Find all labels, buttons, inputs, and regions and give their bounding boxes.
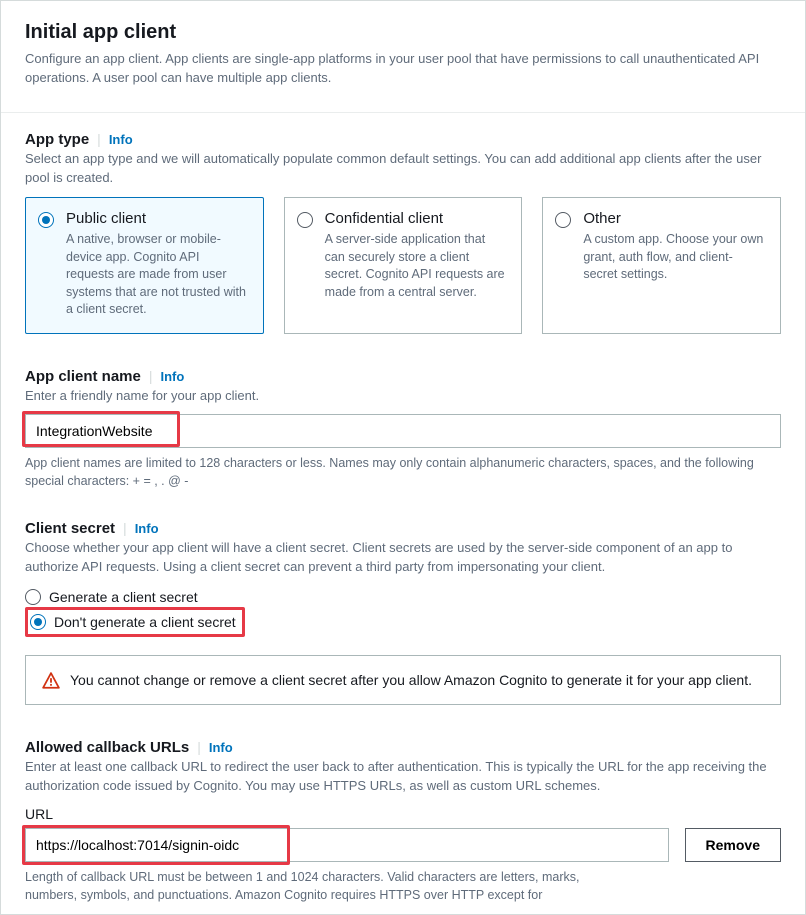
app-type-options: Public client A native, browser or mobil… (25, 197, 781, 334)
info-link-client-secret[interactable]: Info (135, 521, 159, 536)
app-type-confidential-client[interactable]: Confidential client A server-side applic… (284, 197, 523, 334)
callback-urls-title: Allowed callback URLs (25, 739, 189, 756)
client-secret-alert: You cannot change or remove a client sec… (25, 655, 781, 705)
app-client-name-input[interactable] (25, 414, 781, 448)
app-type-public-client[interactable]: Public client A native, browser or mobil… (25, 197, 264, 334)
info-link-client-name[interactable]: Info (161, 369, 185, 384)
radio-label: Don't generate a client secret (54, 614, 236, 630)
card-desc: A custom app. Choose your own grant, aut… (583, 231, 766, 284)
client-secret-help: Choose whether your app client will have… (25, 539, 781, 577)
app-client-name-constraints: App client names are limited to 128 char… (25, 454, 781, 490)
app-client-name-section: App client name | Info Enter a friendly … (1, 350, 805, 494)
radio-generate-secret[interactable]: Generate a client secret (25, 587, 781, 607)
radio-icon (38, 212, 54, 228)
info-link-callback[interactable]: Info (209, 740, 233, 755)
radio-icon (25, 589, 41, 605)
app-client-name-help: Enter a friendly name for your app clien… (25, 387, 781, 406)
info-link-app-type[interactable]: Info (109, 132, 133, 147)
panel-header: Initial app client Configure an app clie… (1, 1, 805, 113)
card-title: Confidential client (325, 210, 508, 227)
radio-dont-generate-secret[interactable]: Don't generate a client secret (30, 612, 236, 632)
page-title: Initial app client (25, 21, 781, 44)
app-type-title: App type (25, 131, 89, 148)
client-secret-section: Client secret | Info Choose whether your… (1, 494, 805, 709)
radio-icon (555, 212, 571, 228)
radio-icon (30, 614, 46, 630)
app-client-name-title: App client name (25, 368, 141, 385)
callback-url-input[interactable] (25, 828, 669, 862)
radio-label: Generate a client secret (49, 589, 198, 605)
app-type-other[interactable]: Other A custom app. Choose your own gran… (542, 197, 781, 334)
initial-app-client-panel: Initial app client Configure an app clie… (0, 0, 806, 915)
card-title: Other (583, 210, 766, 227)
app-type-help: Select an app type and we will automatic… (25, 150, 781, 188)
url-label: URL (25, 806, 781, 822)
client-secret-title: Client secret (25, 520, 115, 537)
callback-constraints: Length of callback URL must be between 1… (25, 868, 585, 904)
callback-urls-help: Enter at least one callback URL to redir… (25, 758, 781, 796)
page-description: Configure an app client. App clients are… (25, 50, 781, 88)
callback-urls-section: Allowed callback URLs | Info Enter at le… (1, 709, 805, 914)
card-desc: A native, browser or mobile-device app. … (66, 231, 249, 319)
app-type-section: App type | Info Select an app type and w… (1, 113, 805, 350)
highlight-box: Don't generate a client secret (25, 607, 245, 637)
warning-icon (42, 672, 60, 690)
radio-icon (297, 212, 313, 228)
remove-url-button[interactable]: Remove (685, 828, 781, 862)
card-desc: A server-side application that can secur… (325, 231, 508, 301)
alert-text: You cannot change or remove a client sec… (70, 670, 752, 690)
card-title: Public client (66, 210, 249, 227)
